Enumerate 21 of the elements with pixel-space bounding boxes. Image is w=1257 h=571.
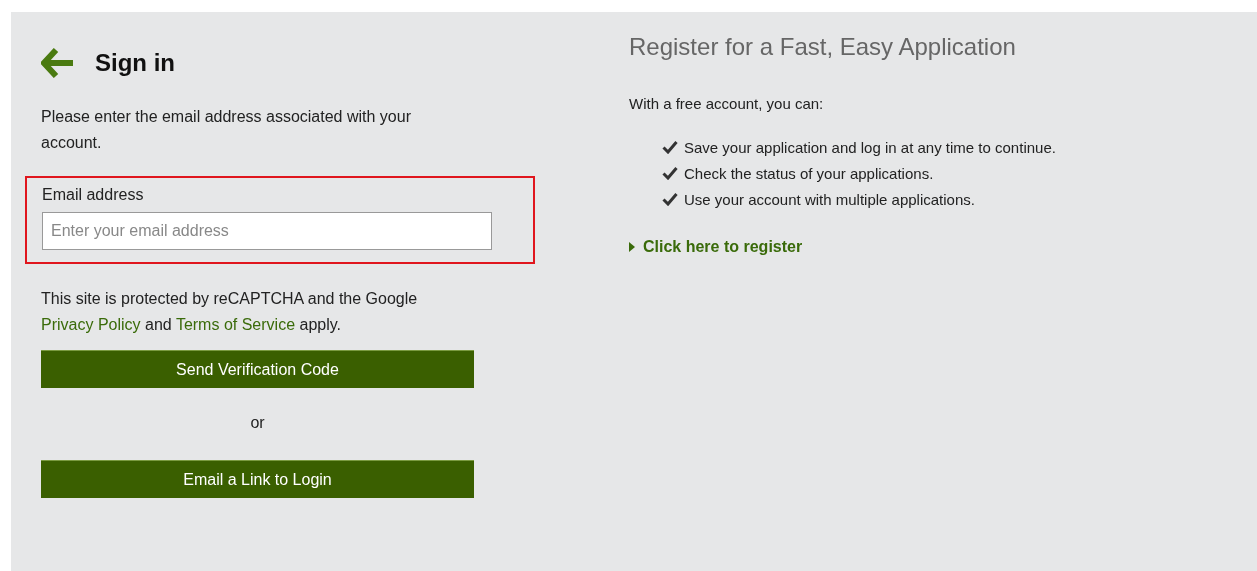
email-label: Email address: [42, 186, 145, 204]
register-link[interactable]: Click here to register: [643, 238, 803, 256]
email-link-button[interactable]: Email a Link to Login: [41, 460, 474, 498]
send-code-button[interactable]: Send Verification Code: [41, 350, 474, 388]
check-icon: [662, 140, 678, 154]
check-icon: [662, 166, 678, 180]
recaptcha-text: This site is protected by reCAPTCHA and the Google Privacy Policy and Terms of Service apply.: [41, 289, 419, 335]
benefit-text: Use your account with multiple applications.: [684, 190, 975, 208]
benefit-text: Save your application and log in at any time to continue.: [684, 138, 1056, 156]
sign-in-title: Sign in: [95, 49, 175, 77]
benefit-text: Check the status of your applications.: [684, 164, 934, 182]
intro-text: Please enter the email address associated with your account.: [41, 107, 412, 153]
privacy-policy-link[interactable]: Privacy Policy: [41, 316, 141, 333]
email-field[interactable]: Enter your email address: [42, 212, 492, 250]
terms-of-service-link[interactable]: Terms of Service: [175, 316, 296, 333]
register-intro: With a free account, you can:: [629, 95, 825, 112]
back-arrow-icon[interactable]: [41, 48, 75, 78]
caret-icon: [629, 242, 635, 252]
register-title: Register for a Fast, Easy Application: [629, 33, 1017, 61]
or-text: or: [250, 414, 265, 432]
check-icon: [662, 192, 678, 206]
